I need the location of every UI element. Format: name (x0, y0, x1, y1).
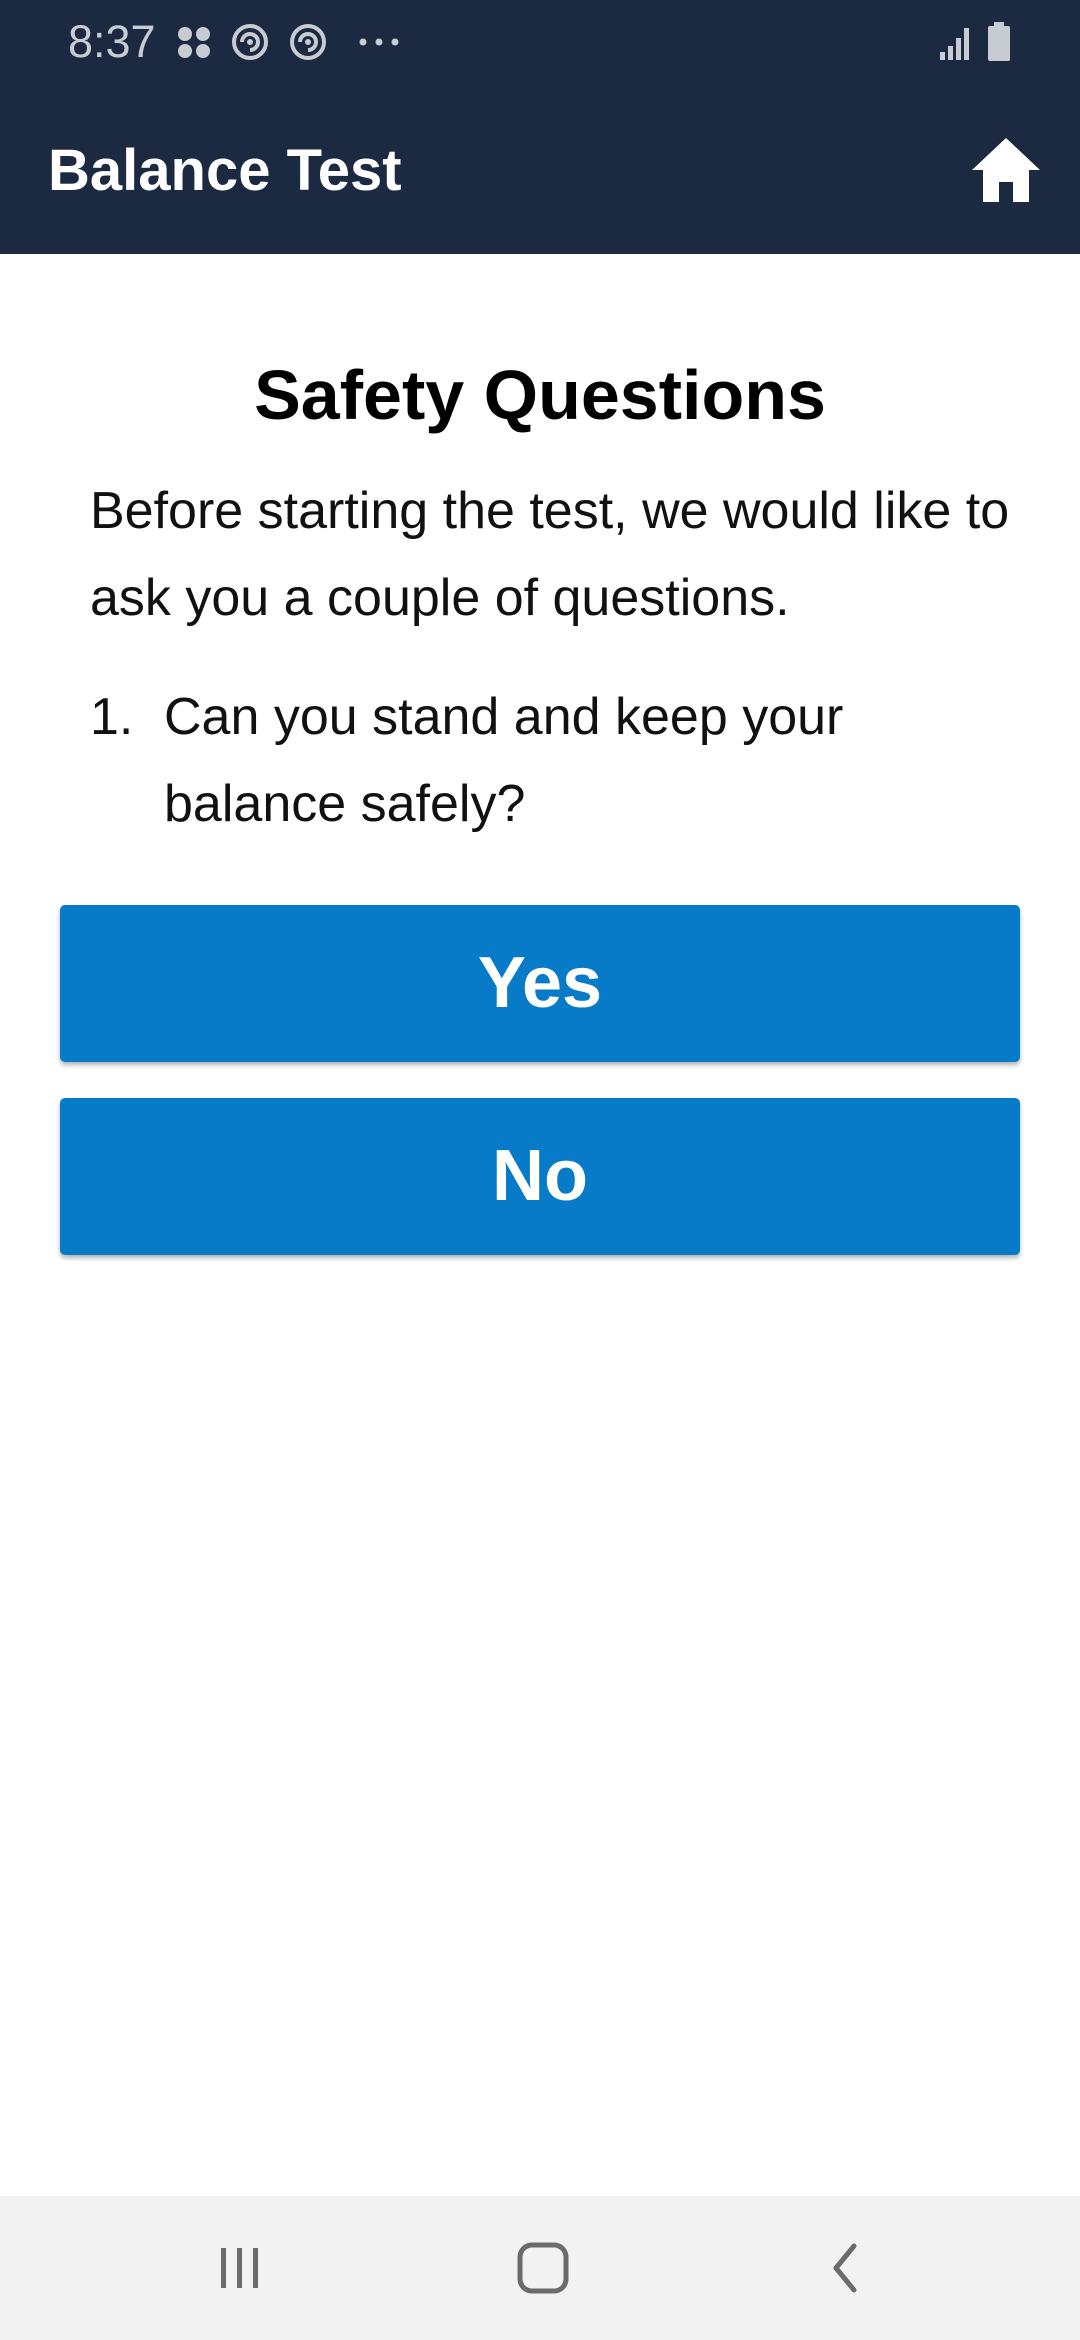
no-button[interactable]: No (60, 1098, 1020, 1255)
status-time: 8:37 (68, 16, 156, 67)
sync-icon (232, 24, 268, 60)
question-text: Can you stand and keep your balance safe… (164, 688, 844, 833)
signal-icon (940, 28, 969, 60)
question-number: 1. (90, 688, 134, 746)
status-bar: 8:37 (0, 0, 1080, 84)
recents-icon (221, 2248, 258, 2288)
battery-icon (988, 22, 1010, 61)
nav-bar (0, 2196, 1080, 2340)
screen: 8:37 Balance Test Safety Questions Befor… (0, 0, 1080, 2340)
page-title: Safety Questions (254, 356, 826, 434)
home-icon (972, 138, 1040, 202)
yes-button[interactable]: Yes (60, 905, 1020, 1062)
back-chevron-icon (833, 2243, 857, 2293)
home-outline-icon (517, 2242, 569, 2294)
apps-dots-icon (178, 27, 210, 58)
intro-text: Before starting the test, we would like … (90, 482, 1010, 627)
app-bar: Balance Test (0, 84, 1080, 254)
more-dots-icon (359, 38, 399, 46)
home-nav-button[interactable] (503, 2228, 583, 2308)
sync-icon (290, 24, 326, 60)
back-button[interactable] (806, 2228, 886, 2308)
recents-button[interactable] (200, 2228, 280, 2308)
app-title: Balance Test (48, 138, 402, 203)
home-button[interactable] (966, 130, 1046, 210)
